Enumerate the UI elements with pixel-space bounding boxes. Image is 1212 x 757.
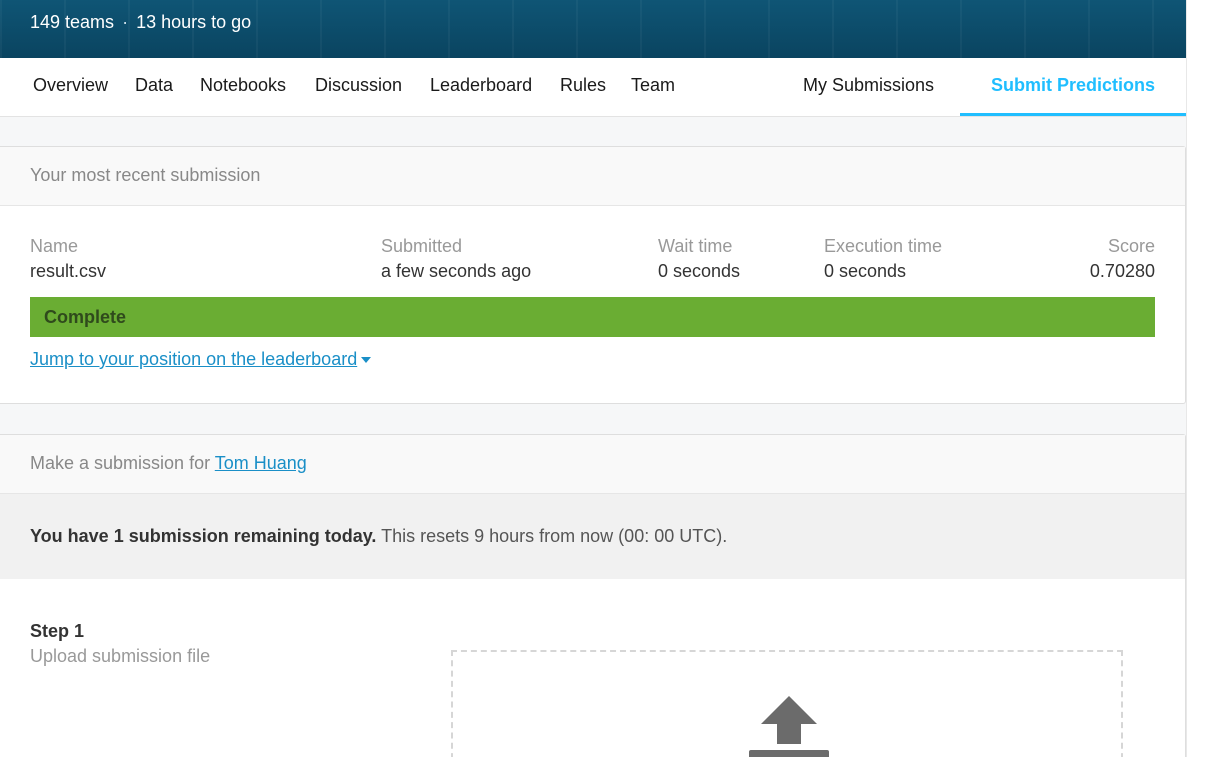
upload-icon [749,696,829,757]
make-submission-card: Make a submission for Tom Huang You have… [0,434,1186,757]
tab-overview[interactable]: Overview [33,75,108,96]
page-right-edge [1186,0,1212,757]
wait-time-label: Wait time [658,236,733,256]
score-value: 0.70280 [1089,261,1155,281]
recent-submission-card: Your most recent submission Name result.… [0,146,1186,404]
time-remaining: 13 hours to go [136,12,252,32]
name-label: Name [30,236,79,256]
tab-submit-predictions[interactable]: Submit Predictions [991,75,1155,96]
tab-notebooks[interactable]: Notebooks [200,75,286,96]
competition-tabs: Overview Data Notebooks Discussion Leade… [0,58,1186,117]
tab-team[interactable]: Team [631,75,675,96]
tab-leaderboard[interactable]: Leaderboard [430,75,532,96]
content-area: 149 teams · 13 hours to go Overview Data N… [0,0,1186,757]
active-tab-indicator [960,113,1186,116]
tab-data[interactable]: Data [135,75,173,96]
tab-rules[interactable]: Rules [560,75,606,96]
wait-time-value: 0 seconds [658,261,741,281]
banner-separator: · [122,12,129,32]
notice-bold: You have 1 submission remaining today. [30,526,377,546]
competition-banner: 149 teams · 13 hours to go [0,0,1186,58]
jump-to-leaderboard-link[interactable]: Jump to your position on the leaderboard [30,349,372,370]
file-name: result.csv [30,261,107,281]
make-submission-prefix: Make a submission for [30,453,211,473]
submitted-label: Submitted [381,236,463,256]
team-count: 149 teams [30,12,115,32]
notice-rest: This resets 9 hours from now (00: 00 UTC… [376,526,728,546]
caret-down-icon [361,357,372,364]
status-badge: Complete [30,297,1155,337]
jump-link-label: Jump to your position on the leaderboard [30,349,358,369]
tab-discussion[interactable]: Discussion [315,75,402,96]
file-dropzone[interactable] [451,650,1123,757]
banner-info: 149 teams · 13 hours to go [30,12,251,33]
submitted-value: a few seconds ago [381,261,532,281]
step-subtitle: Upload submission file [30,646,211,666]
execution-time-label: Execution time [824,236,943,256]
team-user-link[interactable]: Tom Huang [215,453,307,473]
make-submission-heading: Make a submission for Tom Huang [0,435,1185,494]
recent-submission-heading: Your most recent submission [0,147,1185,206]
submission-limit-notice: You have 1 submission remaining today. T… [0,494,1185,579]
tab-my-submissions[interactable]: My Submissions [803,75,934,96]
page: 149 teams · 13 hours to go Overview Data N… [0,0,1212,757]
execution-time-value: 0 seconds [824,261,907,281]
score-label: Score [1107,236,1155,256]
step-title: Step 1 [30,621,85,641]
